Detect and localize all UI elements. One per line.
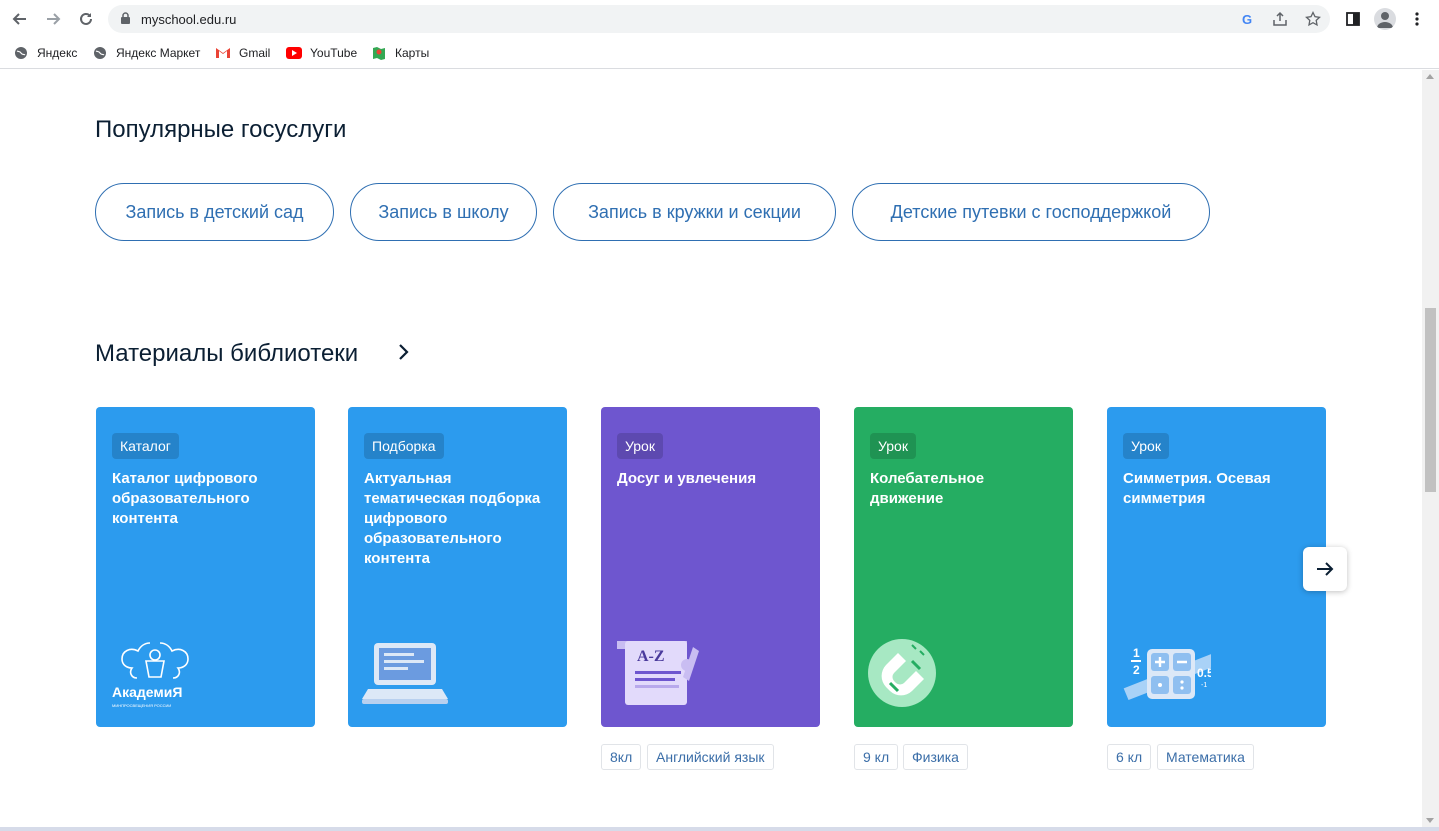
- card-title: Актуальная тематическая подборка цифрово…: [364, 470, 541, 567]
- bookmark-gmail[interactable]: Gmail: [215, 43, 270, 63]
- service-camps-button[interactable]: Детские путевки с господдержкой: [852, 183, 1210, 241]
- svg-text:-1: -1: [1201, 682, 1207, 689]
- magnet-icon: [868, 639, 936, 707]
- card-title: Досуг и увлечения: [617, 470, 757, 487]
- globe-icon: [92, 45, 108, 61]
- scroll-up-arrow[interactable]: [1426, 74, 1434, 79]
- service-school-button[interactable]: Запись в школу: [350, 183, 537, 241]
- share-icon[interactable]: [1271, 10, 1289, 28]
- svg-text:МИНПРОСВЕЩЕНИЯ РОССИИ: МИНПРОСВЕЩЕНИЯ РОССИИ: [112, 703, 171, 708]
- card-badge: Подборка: [364, 433, 444, 459]
- library-chevron-icon[interactable]: [394, 343, 412, 361]
- scroll-down-arrow[interactable]: [1426, 818, 1434, 823]
- grade-tag[interactable]: 8кл: [601, 744, 642, 770]
- svg-text:0.5: 0.5: [1197, 666, 1211, 680]
- address-bar[interactable]: myschool.edu.ru G: [108, 5, 1330, 33]
- calculator-icon: 1 2 0.5 -1: [1123, 646, 1211, 701]
- profile-avatar[interactable]: [1374, 8, 1396, 30]
- taskbar-edge: [0, 827, 1439, 831]
- globe-icon: [13, 45, 29, 61]
- service-kindergarten-button[interactable]: Запись в детский сад: [95, 183, 334, 241]
- lock-icon: [121, 12, 130, 24]
- card-badge: Урок: [617, 433, 663, 459]
- reload-button[interactable]: [74, 8, 98, 30]
- bookmark-yandex[interactable]: Яндекс: [13, 43, 77, 63]
- youtube-icon: [286, 45, 302, 61]
- bookmark-yandex-market[interactable]: Яндекс Маркет: [92, 43, 200, 63]
- card-badge: Каталог: [112, 433, 179, 459]
- browser-toolbar: myschool.edu.ru G: [0, 0, 1439, 38]
- card-title: Колебательное движение: [870, 470, 985, 507]
- subject-tag[interactable]: Математика: [1157, 744, 1254, 770]
- arrow-left-icon: [12, 13, 26, 25]
- grade-tag[interactable]: 9 кл: [854, 744, 899, 770]
- subject-tag[interactable]: Английский язык: [647, 744, 774, 770]
- popular-services-title: Популярные госуслуги: [95, 116, 347, 143]
- svg-text:1: 1: [1133, 646, 1140, 660]
- arrow-right-icon: [47, 13, 61, 25]
- dictionary-icon: A-Z: [617, 641, 699, 705]
- bookmark-maps[interactable]: Карты: [371, 43, 429, 63]
- bookmark-youtube[interactable]: YouTube: [286, 43, 357, 63]
- side-panel-icon[interactable]: [1342, 8, 1364, 30]
- library-card[interactable]: Урок Колебательное движение: [854, 407, 1073, 727]
- card-title: Симметрия. Осевая симметрия: [1123, 470, 1271, 507]
- url-text: myschool.edu.ru: [141, 12, 237, 27]
- svg-text:G: G: [1242, 12, 1252, 26]
- menu-icon[interactable]: [1406, 8, 1428, 30]
- library-card[interactable]: Подборка Актуальная тематическая подборк…: [348, 407, 567, 727]
- maps-icon: [371, 45, 387, 61]
- card-badge: Урок: [870, 433, 916, 459]
- arrow-right-icon: [1317, 562, 1334, 576]
- reload-icon: [80, 12, 92, 25]
- carousel-next-button[interactable]: [1303, 547, 1347, 591]
- page-scrollbar[interactable]: [1422, 70, 1439, 827]
- back-button[interactable]: [8, 8, 32, 30]
- academia-logo-icon: АкадемиЯ МИНПРОСВЕЩЕНИЯ РОССИИ: [112, 642, 189, 708]
- bookmarks-bar: Яндекс Яндекс Маркет Gmail YouTube Карты: [0, 38, 1439, 69]
- scroll-thumb[interactable]: [1425, 308, 1436, 492]
- card-title: Каталог цифрового образовательного конте…: [112, 470, 258, 527]
- person-icon: [1377, 12, 1393, 28]
- library-card[interactable]: Каталог Каталог цифрового образовательно…: [96, 407, 315, 727]
- star-icon[interactable]: [1304, 10, 1322, 28]
- laptop-icon: [362, 643, 448, 704]
- svg-text:2: 2: [1133, 663, 1140, 677]
- google-icon[interactable]: G: [1239, 10, 1257, 28]
- service-clubs-button[interactable]: Запись в кружки и секции: [553, 183, 836, 241]
- library-card[interactable]: Урок Симметрия. Осевая симметрия 1 2 0.5…: [1107, 407, 1326, 727]
- library-title: Материалы библиотеки: [95, 340, 359, 367]
- gmail-icon: [215, 45, 231, 61]
- library-card[interactable]: Урок Досуг и увлечения A-Z: [601, 407, 820, 727]
- grade-tag[interactable]: 6 кл: [1107, 744, 1152, 770]
- card-badge: Урок: [1123, 433, 1169, 459]
- svg-text:A-Z: A-Z: [637, 648, 665, 665]
- subject-tag[interactable]: Физика: [903, 744, 968, 770]
- svg-text:АкадемиЯ: АкадемиЯ: [112, 684, 182, 700]
- forward-button[interactable]: [41, 8, 65, 30]
